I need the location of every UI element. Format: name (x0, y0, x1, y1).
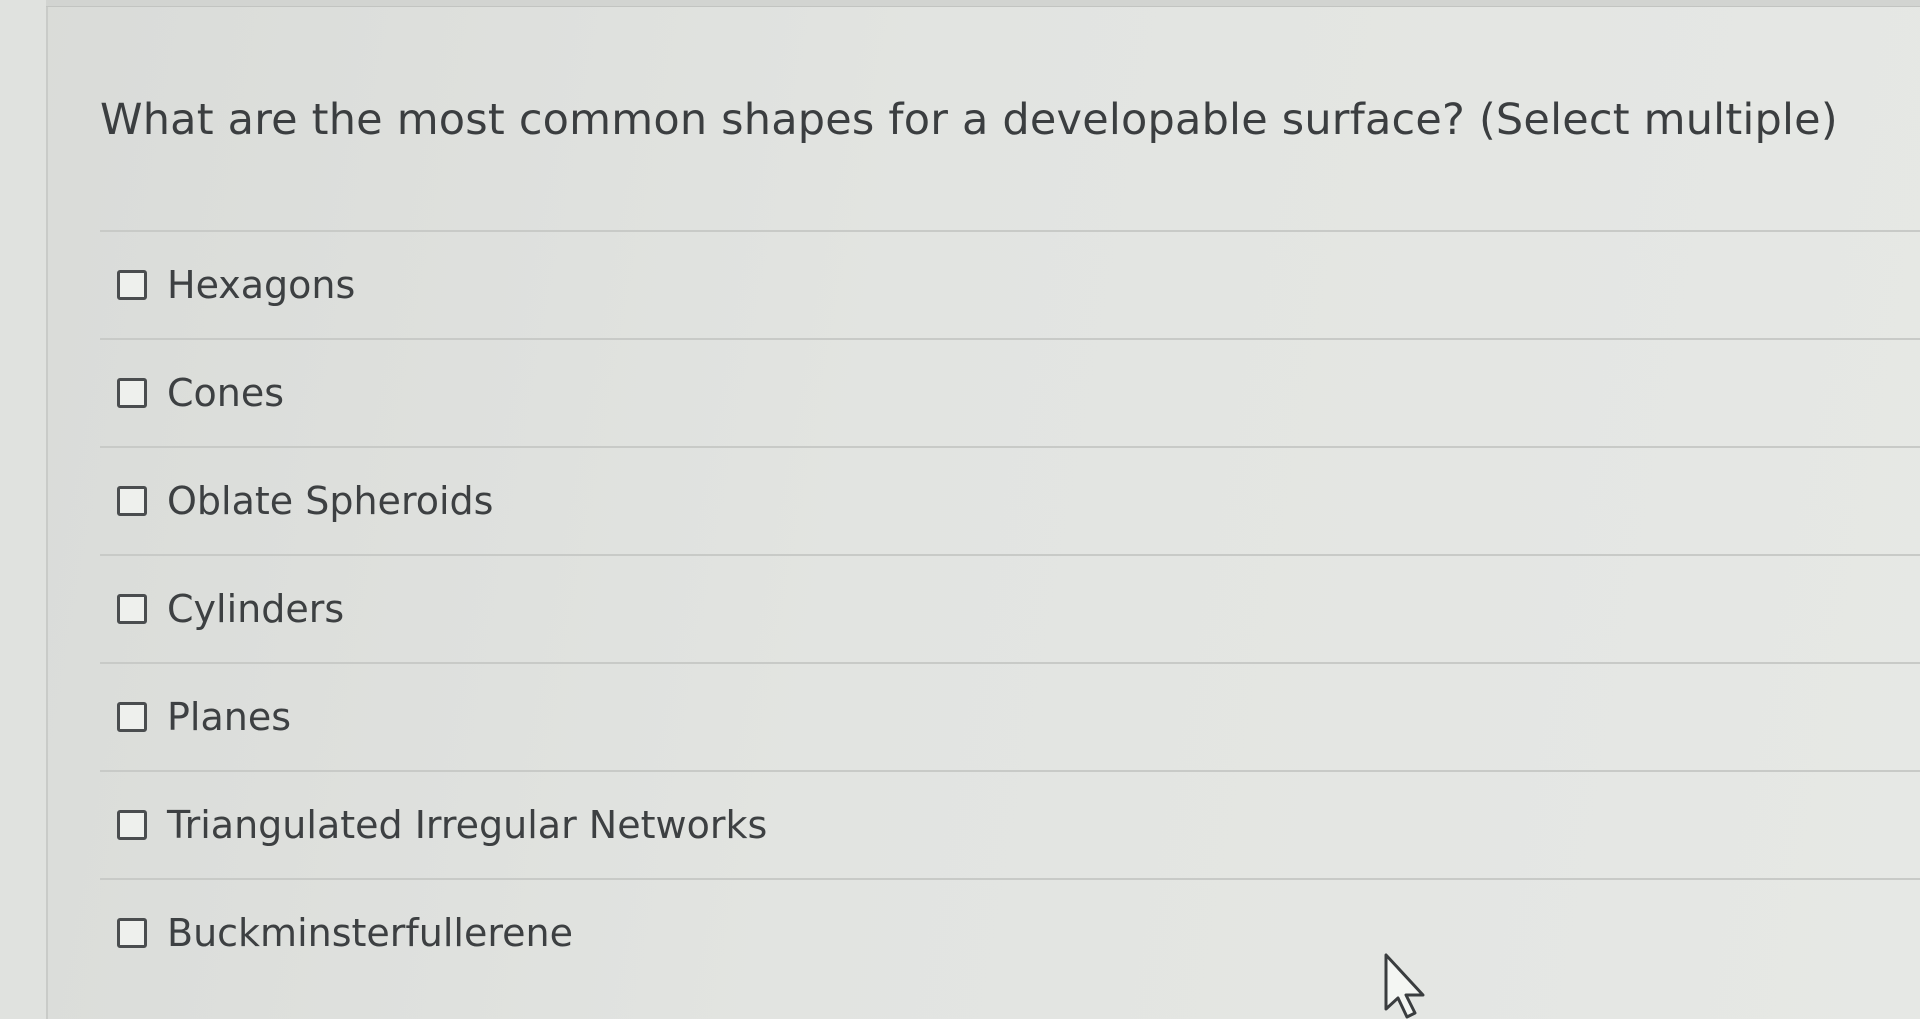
option-label: Planes (167, 695, 292, 739)
option-label: Buckminsterfullerene (167, 911, 573, 955)
option-label: Cylinders (167, 587, 345, 631)
question-text: What are the most common shapes for a de… (100, 95, 1838, 145)
option-label: Triangulated Irregular Networks (167, 803, 768, 847)
option-triangulated-irregular-networks[interactable]: Triangulated Irregular Networks (100, 770, 1920, 878)
checkbox[interactable] (117, 594, 147, 624)
checkbox[interactable] (117, 486, 147, 516)
checkbox[interactable] (117, 270, 147, 300)
checkbox[interactable] (117, 702, 147, 732)
mouse-pointer-icon (1384, 953, 1425, 1019)
checkbox[interactable] (117, 810, 147, 840)
option-buckminsterfullerene[interactable]: Buckminsterfullerene (100, 878, 1920, 986)
option-oblate-spheroids[interactable]: Oblate Spheroids (100, 446, 1920, 554)
option-planes[interactable]: Planes (100, 662, 1920, 770)
option-label: Cones (167, 371, 285, 415)
left-gutter (0, 0, 48, 1019)
option-label: Hexagons (167, 263, 356, 307)
top-divider (46, 0, 1920, 7)
answer-options: Hexagons Cones Oblate Spheroids Cylinder… (100, 230, 1920, 986)
checkbox[interactable] (117, 378, 147, 408)
checkbox[interactable] (117, 918, 147, 948)
option-hexagons[interactable]: Hexagons (100, 230, 1920, 338)
option-cylinders[interactable]: Cylinders (100, 554, 1920, 662)
option-label: Oblate Spheroids (167, 479, 494, 523)
quiz-page: What are the most common shapes for a de… (0, 0, 1920, 1019)
option-cones[interactable]: Cones (100, 338, 1920, 446)
